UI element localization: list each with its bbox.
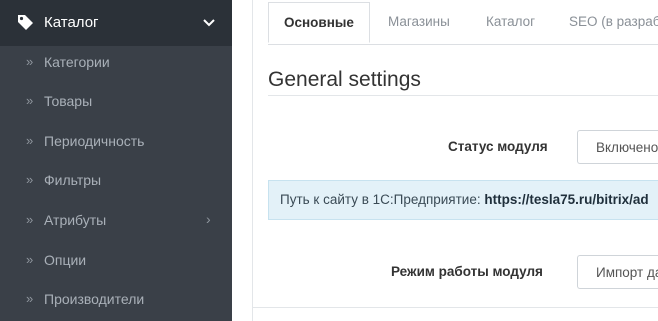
info-prefix: Путь к сайту в 1С:Предприятие:: [280, 192, 485, 207]
sidebar: Каталог » Категории » Товары » Периодичн…: [0, 0, 232, 321]
double-chevron-icon: »: [26, 212, 34, 227]
tag-icon: [18, 15, 33, 30]
site-url: https://tesla75.ru/bitrix/ad: [484, 192, 649, 207]
tab-general[interactable]: Основные: [268, 2, 370, 43]
double-chevron-icon: »: [26, 54, 34, 69]
chevron-down-icon[interactable]: [203, 18, 215, 28]
sidebar-item-catalog[interactable]: Каталог: [0, 0, 232, 46]
double-chevron-icon: »: [26, 133, 34, 148]
module-mode-label: Режим работы модуля: [391, 264, 543, 279]
tab-bar: Основные Магазины Каталог SEO (в разрабо: [268, 0, 658, 45]
sidebar-item-filters[interactable]: » Фильтры: [0, 163, 232, 199]
sidebar-item-products[interactable]: » Товары: [0, 84, 232, 120]
sidebar-item-options[interactable]: » Опции: [0, 243, 232, 279]
sidebar-item-categories[interactable]: » Категории: [0, 45, 232, 81]
divider: [268, 95, 658, 96]
double-chevron-icon: »: [26, 291, 34, 306]
sidebar-item-periodicity[interactable]: » Периодичность: [0, 124, 232, 160]
module-status-label: Статус модуля: [448, 139, 548, 154]
double-chevron-icon: »: [26, 252, 34, 267]
info-alert: Путь к сайту в 1С:Предприятие: https://t…: [268, 180, 658, 220]
module-mode-select[interactable]: Импорт да: [577, 255, 658, 289]
tab-catalog[interactable]: Каталог: [486, 2, 535, 42]
chevron-right-icon[interactable]: ›: [206, 211, 211, 227]
sidebar-item-attributes[interactable]: » Атрибуты ›: [0, 203, 232, 239]
sidebar-item-label: Атрибуты: [44, 212, 107, 228]
sidebar-item-label: Категории: [44, 54, 110, 70]
sidebar-item-label: Периодичность: [44, 133, 145, 149]
sidebar-item-label: Производители: [44, 291, 145, 307]
tab-stores[interactable]: Магазины: [388, 2, 450, 42]
double-chevron-icon: »: [26, 172, 34, 187]
sidebar-header-label: Каталог: [44, 14, 99, 31]
section-title: General settings: [268, 68, 421, 91]
sidebar-item-label: Опции: [44, 252, 87, 268]
tab-seo[interactable]: SEO (в разрабо: [569, 2, 658, 42]
divider: [253, 307, 658, 308]
panel-border: [252, 0, 253, 321]
sidebar-item-label: Товары: [44, 93, 93, 109]
module-status-select[interactable]: Включено: [577, 130, 658, 164]
double-chevron-icon: »: [26, 93, 34, 108]
sidebar-item-label: Фильтры: [44, 172, 102, 188]
sidebar-item-manufacturers[interactable]: » Производители: [0, 282, 232, 318]
